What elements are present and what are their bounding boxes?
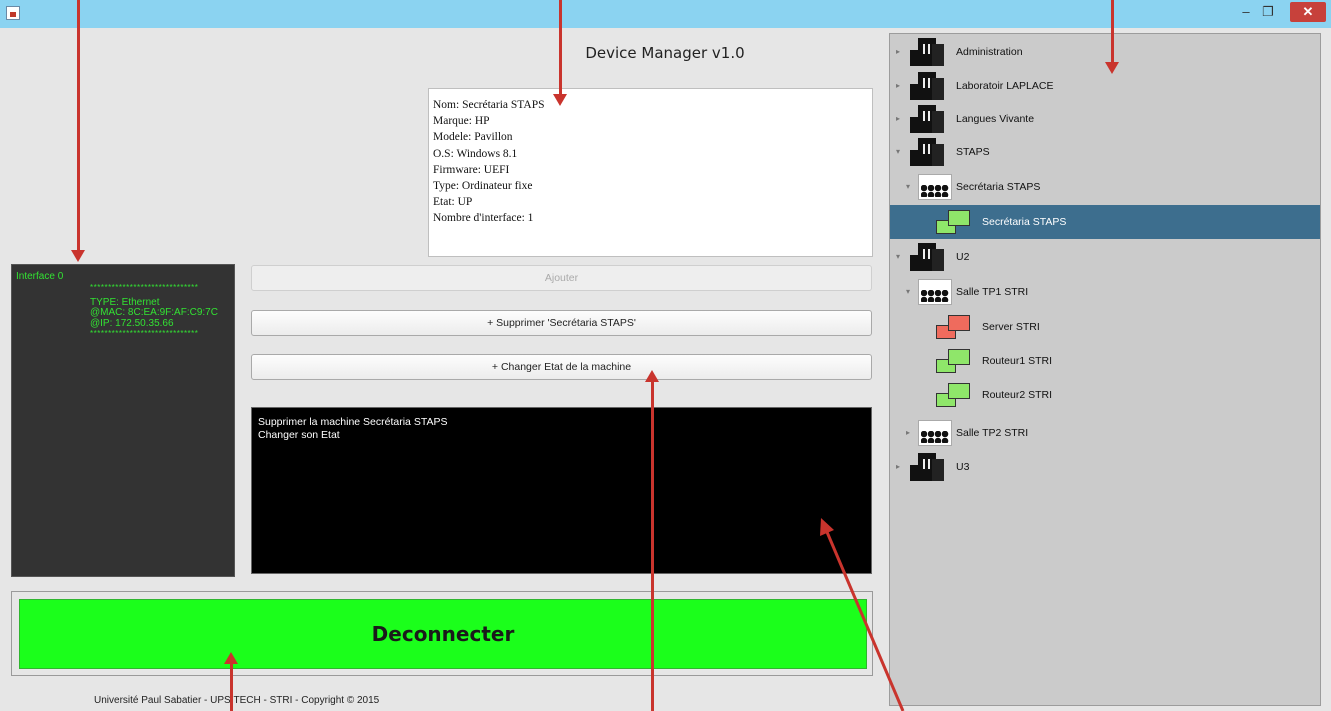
tree-item-staps[interactable]: ▾ STAPS (890, 135, 1320, 169)
minimize-button[interactable]: – (1236, 2, 1256, 22)
tree-item-label: Routeur1 STRI (982, 355, 1053, 367)
title-bar: – ❐ ✕ (0, 0, 1331, 28)
annotation-arrow-head (71, 250, 85, 262)
info-os: O.S: Windows 8.1 (433, 147, 518, 160)
tree-item-label: U2 (956, 251, 970, 263)
device-info-box: Nom: Secrétaria STAPS Marque: HP Modele:… (428, 88, 873, 257)
collapse-arrow-icon[interactable]: ▾ (906, 287, 910, 296)
maximize-button[interactable]: ❐ (1258, 2, 1278, 22)
info-firmware: Firmware: UEFI (433, 163, 510, 176)
expand-arrow-icon[interactable]: ▸ (896, 81, 900, 90)
tree-item-laboratoir-laplace[interactable]: ▸ Laboratoir LAPLACE (890, 69, 1320, 103)
tree-item-u2[interactable]: ▾ U2 (890, 240, 1320, 274)
building-icon (910, 72, 944, 100)
tree-item-langues-vivante[interactable]: ▸ Langues Vivante (890, 102, 1320, 136)
tree-item-label: Laboratoir LAPLACE (956, 80, 1054, 92)
tree-item-salle-tp2[interactable]: ▸ Salle TP2 STRI (890, 416, 1320, 450)
tree-item-label: Secrétaria STAPS (982, 216, 1067, 228)
info-type: Type: Ordinateur fixe (433, 180, 533, 193)
tree-item-label: Routeur2 STRI (982, 389, 1053, 401)
delete-machine-button[interactable]: + Supprimer 'Secrétaria STAPS' (251, 310, 872, 336)
tree-item-label: Salle TP2 STRI (956, 427, 1029, 439)
annotation-arrow-line (77, 0, 80, 252)
info-state: Etat: UP (433, 196, 473, 209)
disconnect-button[interactable]: Deconnecter (19, 599, 867, 669)
annotation-arrow-line (651, 382, 654, 711)
close-button[interactable]: ✕ (1290, 2, 1326, 22)
building-icon (910, 453, 944, 481)
tree-item-label: Salle TP1 STRI (956, 286, 1029, 298)
info-interface-count: Nombre d'interface: 1 (433, 212, 534, 225)
tree-item-secretaria-machine[interactable]: Secrétaria STAPS (890, 205, 1320, 239)
building-icon (910, 38, 944, 66)
action-console: Supprimer la machine Secrétaria STAPS Ch… (251, 407, 872, 574)
app-title: Device Manager v1.0 (585, 44, 745, 62)
annotation-arrow-head (224, 652, 238, 664)
computer-icon (936, 349, 972, 375)
room-icon (918, 174, 952, 200)
annotation-arrow-line (1111, 0, 1114, 62)
expand-arrow-icon[interactable]: ▸ (896, 47, 900, 56)
building-icon (910, 243, 944, 271)
computer-icon (936, 210, 972, 236)
info-brand: Marque: HP (433, 115, 490, 128)
tree-item-u3[interactable]: ▸ U3 (890, 450, 1320, 484)
interface-title: Interface 0 (16, 271, 64, 282)
annotation-arrow-head (645, 370, 659, 382)
tree-item-secretaria-room[interactable]: ▾ Secrétaria STAPS (890, 170, 1320, 204)
computer-icon (936, 383, 972, 409)
tree-item-label: STAPS (956, 146, 990, 158)
annotation-arrow-line (230, 664, 233, 711)
computer-down-icon (936, 315, 972, 341)
info-model: Modele: Pavillon (433, 131, 513, 144)
interface-separator-bottom: ****************************** (90, 329, 199, 338)
collapse-arrow-icon[interactable]: ▾ (896, 147, 900, 156)
interface-mac: @MAC: 8C:EA:9F:AF:C9:7C (90, 307, 218, 318)
tree-item-routeur1-stri[interactable]: Routeur1 STRI (890, 344, 1320, 378)
tree-item-label: Administration (956, 46, 1023, 58)
building-icon (910, 105, 944, 133)
tree-item-label: U3 (956, 461, 970, 473)
annotation-arrow-head (553, 94, 567, 106)
info-name: Nom: Secrétaria STAPS (433, 99, 545, 111)
interface-details: ****************************** TYPE: Eth… (90, 283, 218, 340)
interface-ip: @IP: 172.50.35.66 (90, 317, 174, 329)
expand-arrow-icon[interactable]: ▸ (906, 428, 910, 437)
change-state-button[interactable]: + Changer Etat de la machine (251, 354, 872, 380)
tree-item-salle-tp1[interactable]: ▾ Salle TP1 STRI (890, 275, 1320, 309)
console-line: Changer son Etat (258, 428, 340, 441)
building-icon (910, 138, 944, 166)
device-tree: ▸ Administration ▸ Laboratoir LAPLACE ▸ … (889, 33, 1321, 706)
interface-panel: Interface 0 ****************************… (11, 264, 235, 577)
expand-arrow-icon[interactable]: ▸ (896, 114, 900, 123)
tree-item-label: Langues Vivante (956, 113, 1035, 125)
collapse-arrow-icon[interactable]: ▾ (906, 182, 910, 191)
interface-separator-top: ****************************** (90, 283, 199, 292)
tree-item-routeur2-stri[interactable]: Routeur2 STRI (890, 378, 1320, 412)
footer-copyright: Université Paul Sabatier - UPSITECH - ST… (94, 695, 380, 706)
expand-arrow-icon[interactable]: ▸ (896, 462, 900, 471)
room-icon (918, 279, 952, 305)
collapse-arrow-icon[interactable]: ▾ (896, 252, 900, 261)
annotation-arrow-line (559, 0, 562, 96)
tree-item-server-stri[interactable]: Server STRI (890, 310, 1320, 344)
tree-item-label: Server STRI (982, 321, 1040, 333)
console-line: Supprimer la machine Secrétaria STAPS (258, 416, 448, 428)
annotation-arrow-head (1105, 62, 1119, 74)
tree-item-label: Secrétaria STAPS (956, 181, 1041, 193)
add-button[interactable]: Ajouter (251, 265, 872, 291)
room-icon (918, 420, 952, 446)
java-app-icon (6, 6, 20, 20)
